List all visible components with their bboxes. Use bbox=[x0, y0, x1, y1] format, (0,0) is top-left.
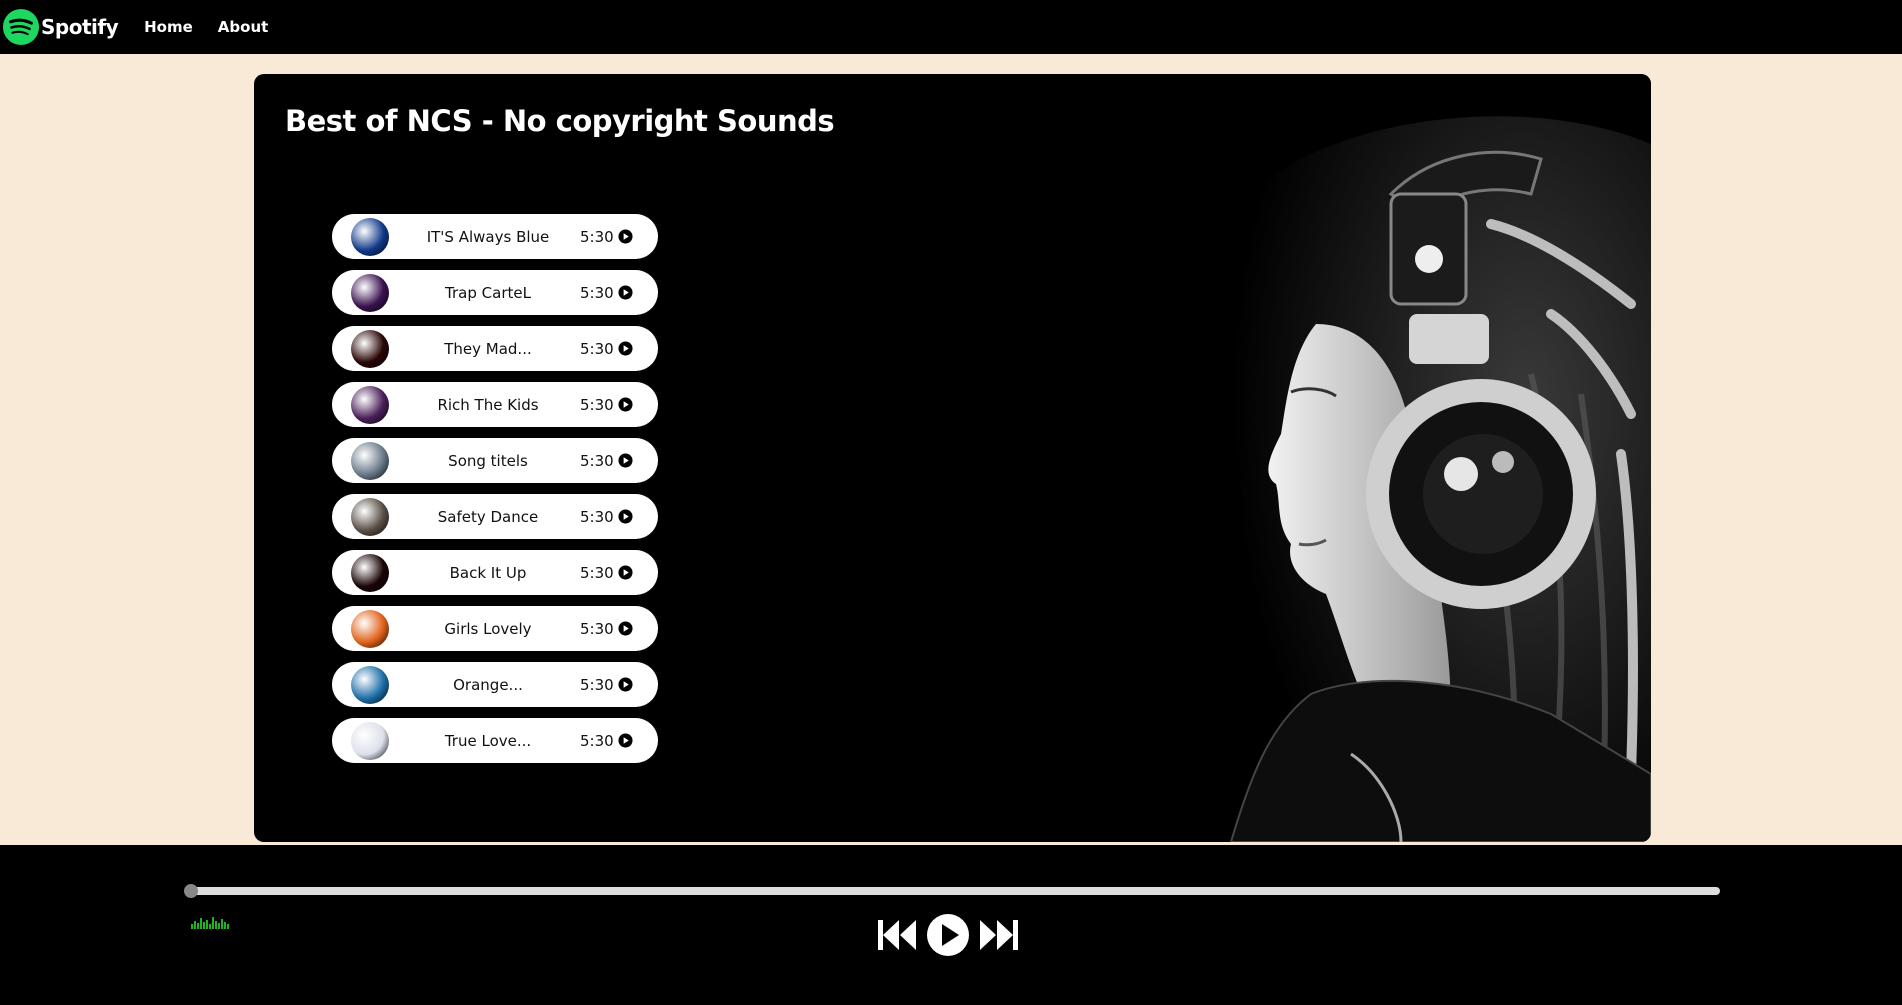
song-item[interactable]: Orange... 5:30 bbox=[332, 662, 658, 707]
song-item[interactable]: Safety Dance 5:30 bbox=[332, 494, 658, 539]
brand[interactable]: Spotify bbox=[2, 8, 119, 46]
play-circle-icon[interactable] bbox=[618, 453, 633, 468]
song-cover-image bbox=[351, 609, 389, 648]
song-cover-image bbox=[351, 329, 389, 368]
song-cover-image bbox=[351, 273, 389, 312]
song-duration: 5:30 bbox=[580, 619, 614, 638]
song-duration: 5:30 bbox=[580, 563, 614, 582]
song-cover-image bbox=[351, 721, 389, 760]
song-cover-image bbox=[351, 385, 389, 424]
song-name: Song titels bbox=[448, 451, 528, 470]
song-cover-image bbox=[351, 553, 389, 592]
song-item[interactable]: Song titels 5:30 bbox=[332, 438, 658, 483]
song-duration: 5:30 bbox=[580, 283, 614, 302]
song-name: Safety Dance bbox=[437, 507, 539, 526]
play-circle-icon[interactable] bbox=[618, 565, 633, 580]
song-name: Back It Up bbox=[449, 563, 527, 582]
song-name: IT'S Always Blue bbox=[426, 227, 550, 246]
song-cover-image bbox=[351, 441, 389, 480]
play-circle-icon[interactable] bbox=[618, 285, 633, 300]
song-item[interactable]: IT'S Always Blue 5:30 bbox=[332, 214, 658, 259]
song-duration: 5:30 bbox=[580, 227, 614, 246]
song-cover-image bbox=[351, 497, 389, 536]
song-name: Rich The Kids bbox=[437, 395, 539, 414]
spotify-logo-icon bbox=[2, 8, 40, 46]
brand-name: Spotify bbox=[41, 15, 119, 39]
song-name: Orange... bbox=[453, 675, 523, 694]
song-duration: 5:30 bbox=[580, 731, 614, 750]
song-list: IT'S Always Blue 5:30 Trap CarteL 5:30 T… bbox=[332, 214, 658, 774]
nav-link-home[interactable]: Home bbox=[144, 18, 193, 36]
song-item[interactable]: Girls Lovely 5:30 bbox=[332, 606, 658, 651]
previous-icon[interactable] bbox=[876, 917, 920, 953]
hero-image-headphones-girl bbox=[931, 74, 1651, 842]
playlist-panel: Best of NCS - No copyright Sounds IT'S A… bbox=[254, 74, 1651, 842]
song-duration: 5:30 bbox=[580, 451, 614, 470]
navbar: Spotify Home About bbox=[0, 0, 1902, 54]
song-name: Trap CarteL bbox=[445, 283, 531, 302]
nav-link-about[interactable]: About bbox=[218, 18, 269, 36]
song-duration: 5:30 bbox=[580, 507, 614, 526]
song-item[interactable]: True Love... 5:30 bbox=[332, 718, 658, 763]
play-circle-icon[interactable] bbox=[618, 397, 633, 412]
song-name: They Mad... bbox=[444, 339, 532, 358]
song-item[interactable]: Trap CarteL 5:30 bbox=[332, 270, 658, 315]
equalizer-icon bbox=[191, 917, 229, 929]
playback-controls bbox=[876, 913, 1028, 957]
progress-thumb[interactable] bbox=[184, 884, 198, 898]
play-circle-icon[interactable] bbox=[618, 341, 633, 356]
play-icon[interactable] bbox=[926, 913, 970, 957]
song-duration: 5:30 bbox=[580, 339, 614, 358]
play-circle-icon[interactable] bbox=[618, 733, 633, 748]
song-item[interactable]: Rich The Kids 5:30 bbox=[332, 382, 658, 427]
next-icon[interactable] bbox=[976, 917, 1020, 953]
page-title: Best of NCS - No copyright Sounds bbox=[285, 104, 835, 138]
song-item[interactable]: They Mad... 5:30 bbox=[332, 326, 658, 371]
song-duration: 5:30 bbox=[580, 675, 614, 694]
song-cover-image bbox=[351, 217, 389, 256]
song-item[interactable]: Back It Up 5:30 bbox=[332, 550, 658, 595]
song-name: True Love... bbox=[444, 731, 532, 750]
song-name: Girls Lovely bbox=[444, 619, 532, 638]
play-circle-icon[interactable] bbox=[618, 621, 633, 636]
song-cover-image bbox=[351, 665, 389, 704]
song-duration: 5:30 bbox=[580, 395, 614, 414]
play-circle-icon[interactable] bbox=[618, 229, 633, 244]
player-bar bbox=[0, 845, 1902, 1005]
play-circle-icon[interactable] bbox=[618, 677, 633, 692]
progress-bar[interactable] bbox=[184, 884, 1720, 898]
play-circle-icon[interactable] bbox=[618, 509, 633, 524]
